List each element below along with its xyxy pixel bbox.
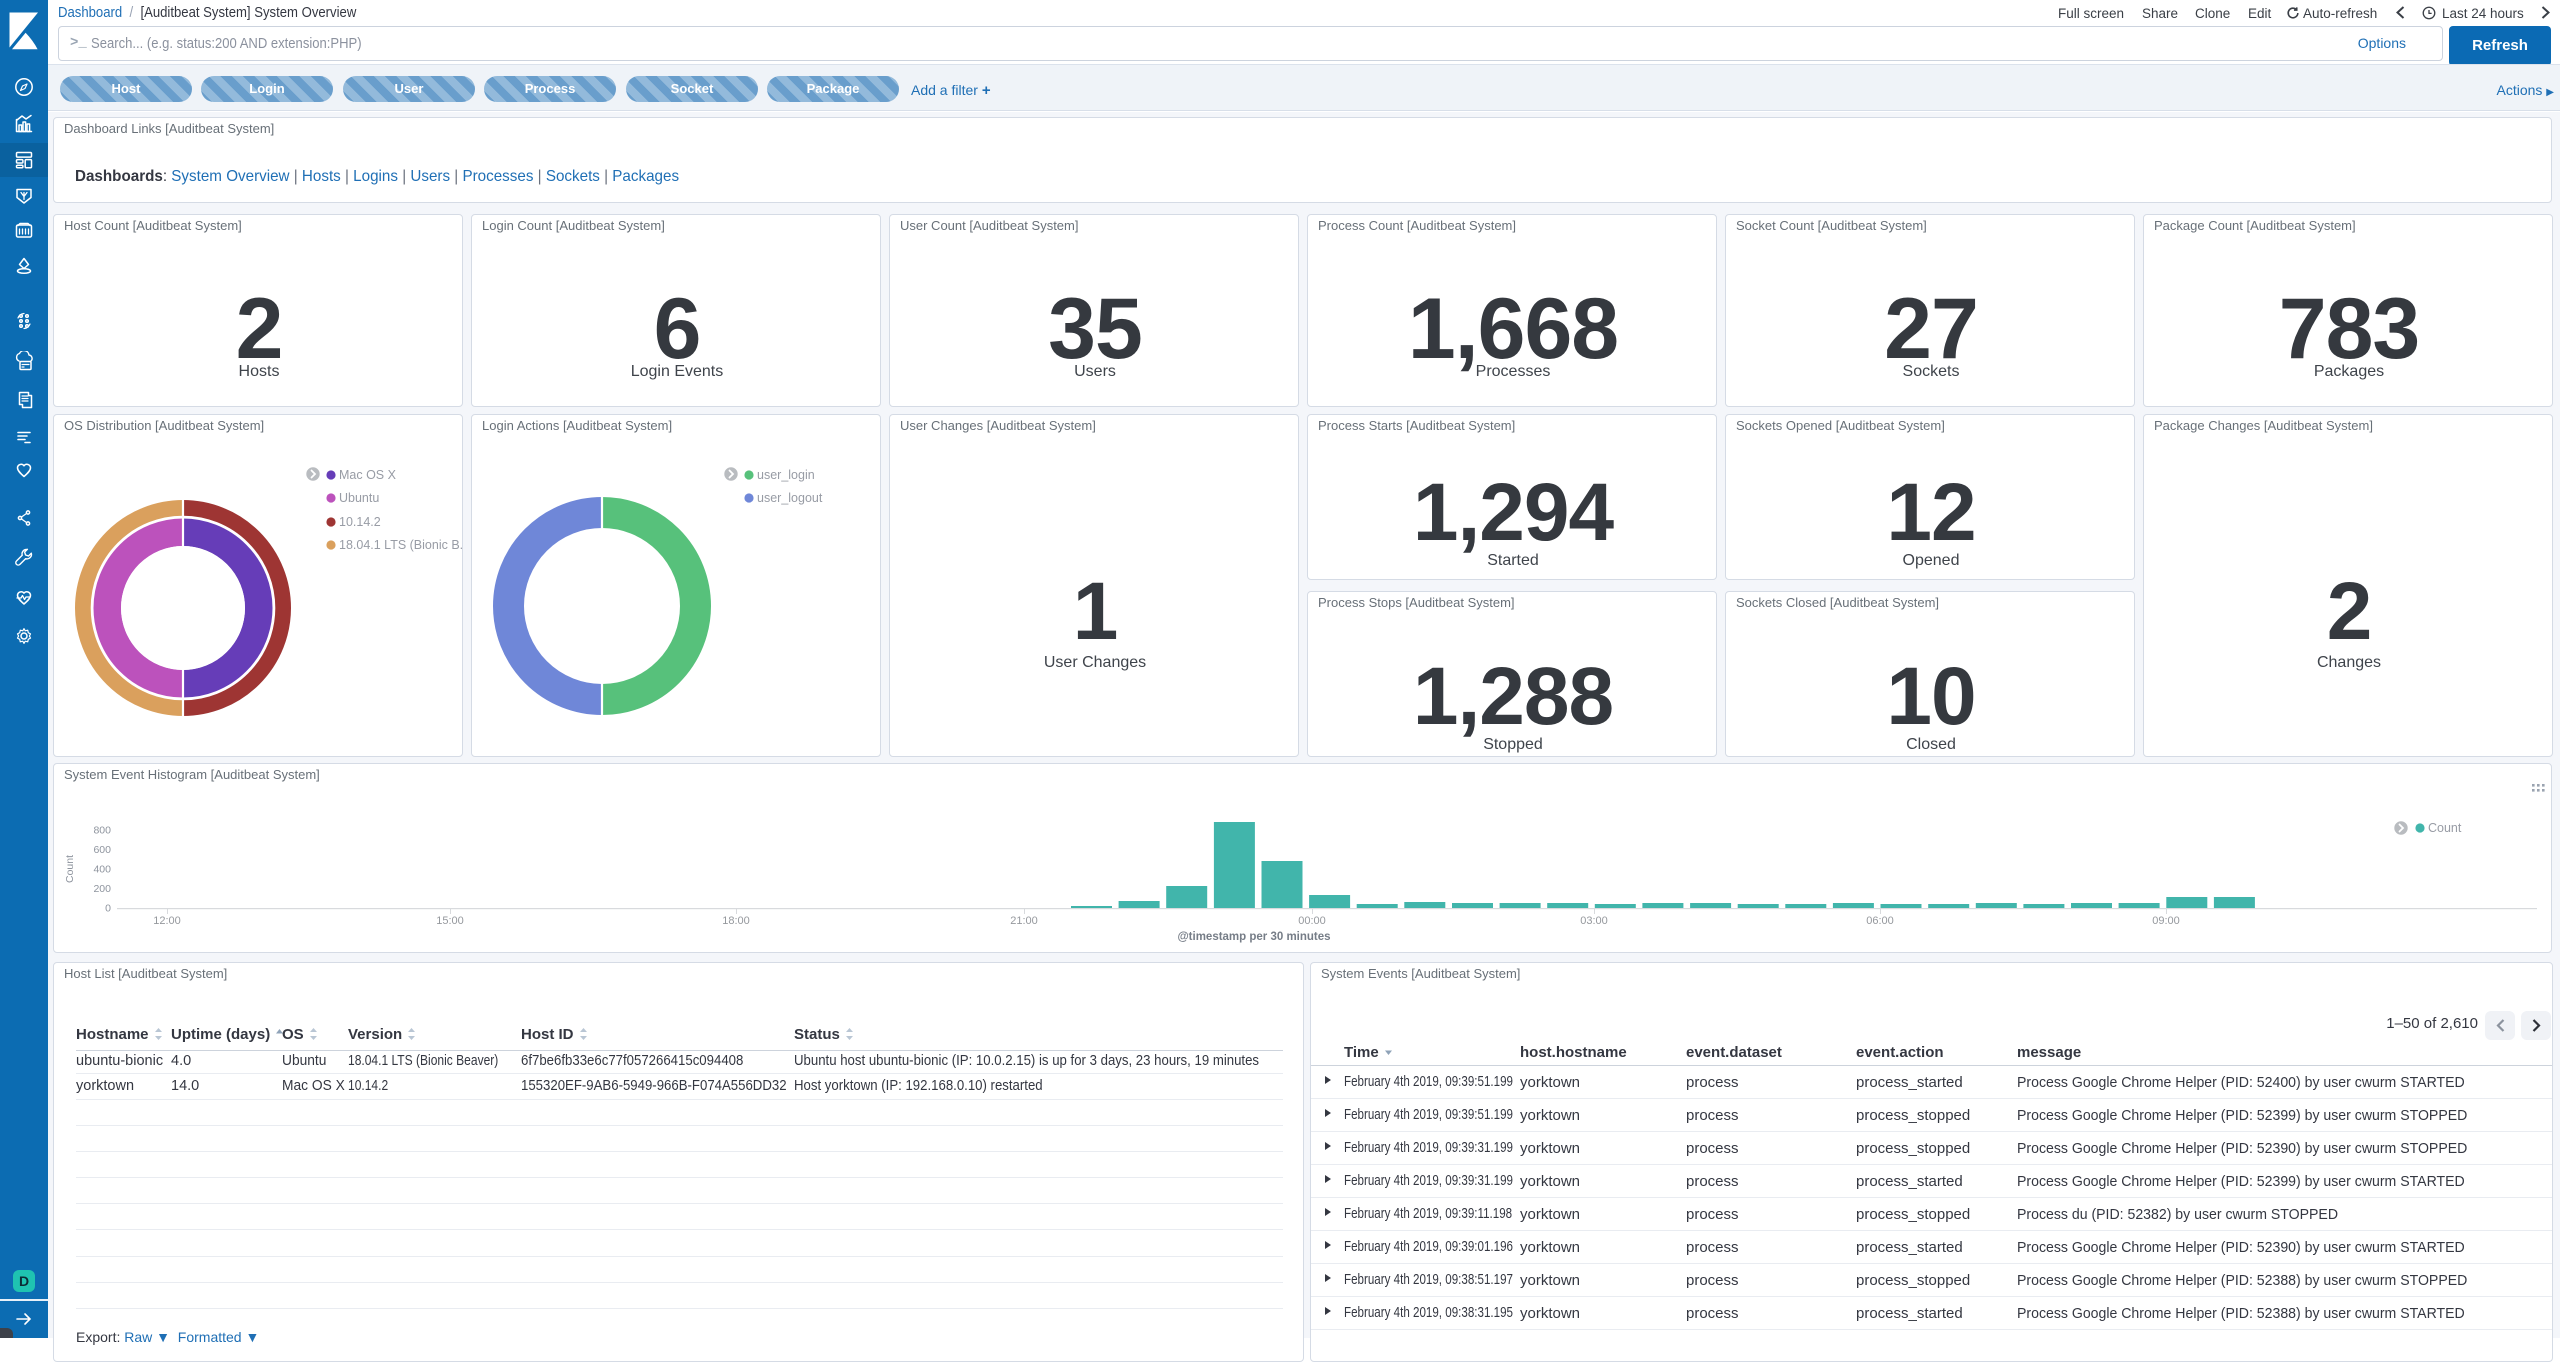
svg-text:0: 0 bbox=[105, 903, 111, 915]
svg-text:Mac OS X: Mac OS X bbox=[339, 468, 397, 482]
svg-text:21:00: 21:00 bbox=[1010, 915, 1038, 927]
svg-text:Ubuntu: Ubuntu bbox=[339, 491, 379, 505]
svg-text:600: 600 bbox=[93, 844, 111, 856]
svg-text:09:00: 09:00 bbox=[2152, 915, 2180, 927]
svg-text:00:00: 00:00 bbox=[1298, 915, 1326, 927]
svg-text:12:00: 12:00 bbox=[153, 915, 181, 927]
svg-text:user_login: user_login bbox=[757, 468, 815, 482]
svg-text:18:00: 18:00 bbox=[722, 915, 750, 927]
svg-text:10.14.2: 10.14.2 bbox=[339, 515, 381, 529]
svg-text:user_logout: user_logout bbox=[757, 491, 823, 505]
svg-text:06:00: 06:00 bbox=[1866, 915, 1894, 927]
svg-text:18.04.1 LTS (Bionic B...: 18.04.1 LTS (Bionic B... bbox=[339, 538, 462, 552]
svg-text:Count: Count bbox=[64, 855, 76, 883]
svg-text:200: 200 bbox=[93, 883, 111, 895]
svg-text:03:00: 03:00 bbox=[1580, 915, 1608, 927]
svg-text:15:00: 15:00 bbox=[436, 915, 464, 927]
svg-text:@timestamp per 30 minutes: @timestamp per 30 minutes bbox=[1177, 931, 1330, 943]
svg-text:400: 400 bbox=[93, 864, 111, 876]
svg-text:Count: Count bbox=[2428, 821, 2462, 835]
svg-text:800: 800 bbox=[93, 825, 111, 837]
